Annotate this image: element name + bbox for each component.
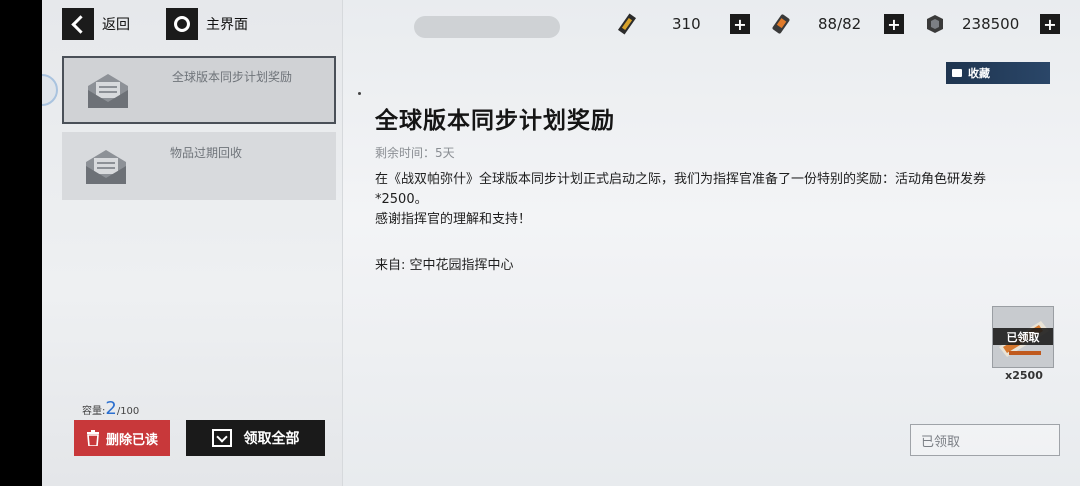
mail-title: 全球版本同步计划奖励 (375, 108, 615, 134)
trash-icon (86, 430, 99, 446)
energy-value: 88/82 (818, 15, 862, 33)
claim-all-label: 领取全部 (243, 431, 300, 447)
reward-item[interactable]: 已领取 (992, 306, 1054, 368)
resource-pill (414, 16, 560, 38)
home-label: 主界面 (206, 17, 248, 33)
mail-item-title: 物品过期回收 (170, 145, 243, 160)
delete-read-label: 删除已读 (105, 432, 158, 448)
reward-status: 已领取 (993, 328, 1053, 345)
capacity-label: 容量: (82, 406, 106, 417)
mail-body-line: 在《战双帕弥什》全球版本同步计划正式启动之际，我们为指挥官准备了一份特别的奖励：… (375, 172, 987, 187)
mail-list-item[interactable]: 全球版本同步计划奖励 (62, 56, 336, 124)
open-envelope-icon (88, 74, 128, 108)
decor-dot (358, 92, 361, 95)
coin-value: 238500 (962, 15, 1020, 33)
favorite-button[interactable]: 收藏 (946, 62, 1050, 84)
resource-gold: 310 + (616, 12, 750, 36)
energy-battery-icon (772, 14, 790, 34)
resource-bar: 310 + 88/82 + 238500 + (414, 0, 1080, 46)
side-handle[interactable] (42, 74, 58, 106)
mail-sender: 来自: 空中花园指挥中心 (375, 258, 514, 273)
claim-all-button[interactable]: 领取全部 (186, 420, 325, 456)
folder-icon (952, 69, 962, 77)
game-screen: 返回 主界面 全球版本同步计划奖励 物品过期回收 容量:2/100 删除已读 领… (42, 0, 1080, 486)
mail-body-line: *2500。 (375, 192, 428, 207)
resource-coin: 238500 + (924, 12, 1060, 36)
open-envelope-icon (86, 150, 126, 184)
back-button[interactable]: 返回 (62, 8, 130, 40)
capacity-max: /100 (116, 406, 140, 417)
back-arrow-icon (62, 8, 94, 40)
gold-value: 310 (672, 15, 701, 33)
delete-read-button[interactable]: 删除已读 (74, 420, 170, 456)
mail-list-panel: 返回 主界面 全球版本同步计划奖励 物品过期回收 容量:2/100 删除已读 领… (42, 0, 343, 486)
capacity-current: 2 (105, 398, 117, 419)
download-icon (211, 429, 232, 447)
mail-body: 在《战双帕弥什》全球版本同步计划正式启动之际，我们为指挥官准备了一份特别的奖励：… (375, 170, 1055, 230)
remaining-time: 剩余时间：5天 (375, 146, 455, 160)
mail-item-title: 全球版本同步计划奖励 (172, 69, 293, 84)
add-coin-button[interactable]: + (1040, 14, 1060, 34)
back-label: 返回 (102, 17, 130, 33)
add-gold-button[interactable]: + (730, 14, 750, 34)
reward-quantity: x2500 (1005, 369, 1043, 382)
mail-list-item[interactable]: 物品过期回收 (62, 132, 336, 200)
gold-bar-icon (617, 13, 637, 35)
mail-capacity: 容量:2/100 (82, 398, 139, 419)
mail-body-line: 感谢指挥官的理解和支持！ (375, 212, 532, 227)
coin-icon (927, 15, 943, 33)
home-button[interactable]: 主界面 (166, 8, 248, 40)
claimed-button[interactable]: 已领取 (910, 424, 1060, 456)
favorite-label: 收藏 (968, 67, 990, 80)
add-energy-button[interactable]: + (884, 14, 904, 34)
home-circle-icon (166, 8, 198, 40)
resource-energy: 88/82 + (770, 12, 904, 36)
